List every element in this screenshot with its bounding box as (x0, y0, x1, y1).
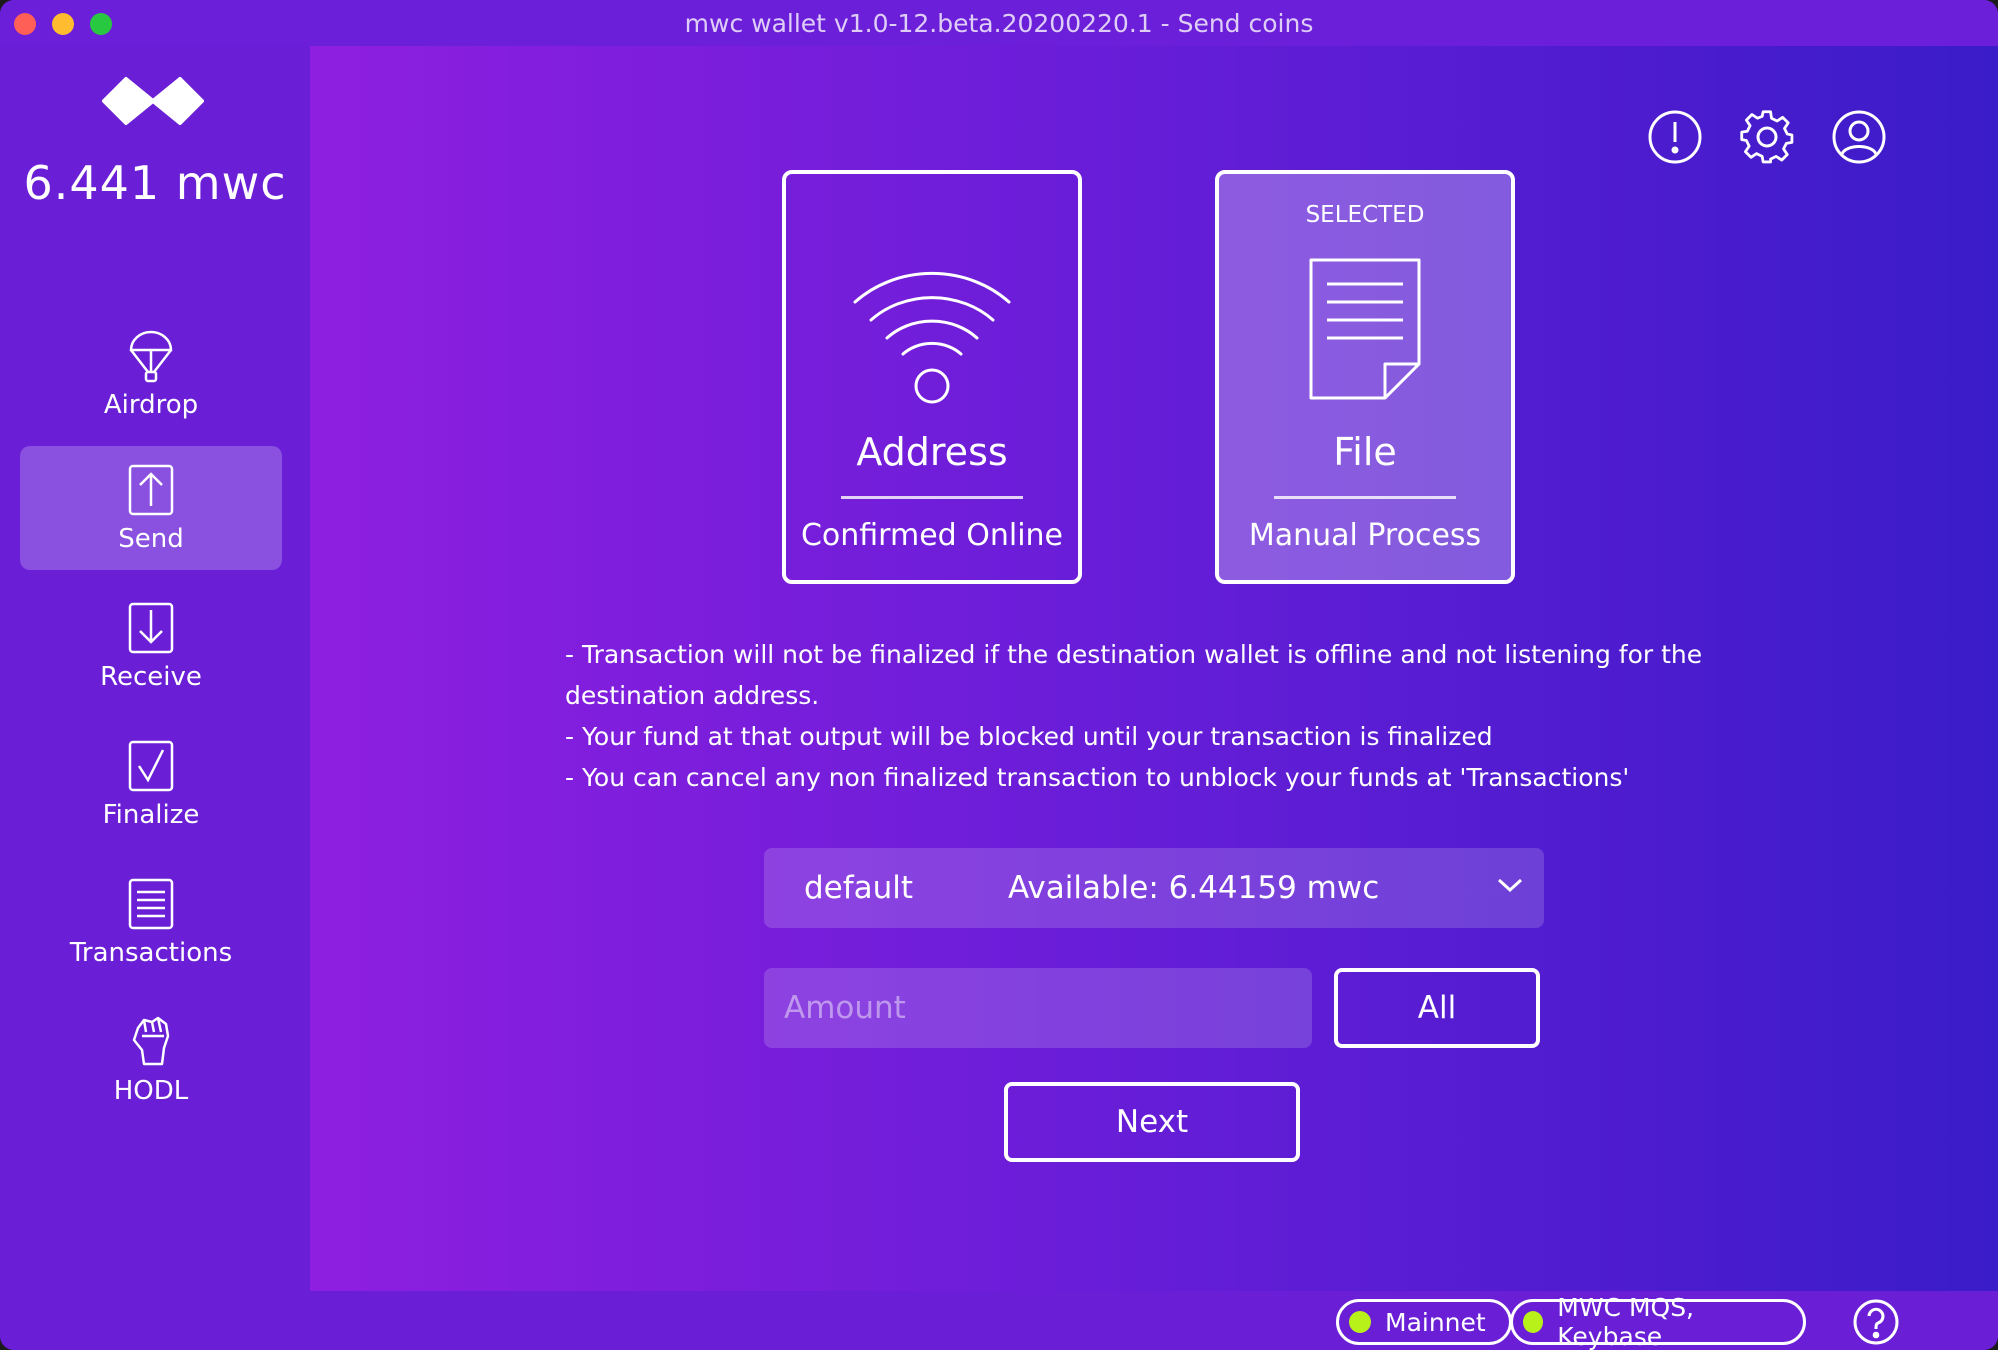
note-line: - Your fund at that output will be block… (565, 722, 1493, 751)
all-button[interactable]: All (1334, 968, 1540, 1048)
account-dropdown[interactable]: default Available: 6.44159 mwc (764, 848, 1544, 928)
card-divider (1274, 496, 1456, 499)
method-card-file[interactable]: SELECTED File Manual Process (1215, 170, 1515, 584)
sidebar-item-label: Finalize (102, 800, 200, 830)
listener-status-label: MWC MQS, Keybase (1557, 1293, 1695, 1350)
network-status-pill[interactable]: Mainnet (1336, 1299, 1512, 1345)
status-bar: Mainnet MWC MQS, Keybase (0, 1291, 1998, 1350)
account-icon[interactable] (1830, 108, 1888, 166)
raised-fist-icon (132, 1016, 170, 1066)
wifi-icon (853, 271, 1011, 404)
method-subtitle: Confirmed Online (800, 518, 1064, 553)
amount-input[interactable] (764, 968, 1312, 1048)
mwc-logo-icon (102, 77, 204, 125)
status-indicator-icon (1349, 1311, 1371, 1333)
chevron-down-icon (1497, 878, 1523, 893)
sidebar-item-label: Send (118, 524, 184, 554)
send-panel: Address Confirmed Online SELECTED File M… (310, 46, 1998, 1291)
account-name: default (804, 870, 914, 906)
status-indicator-icon (1523, 1311, 1544, 1333)
maximize-window-button[interactable] (90, 13, 112, 35)
next-button[interactable]: Next (1004, 1082, 1300, 1162)
help-icon[interactable] (1852, 1298, 1900, 1346)
note-line: - You can cancel any non finalized trans… (565, 763, 1630, 792)
minimize-window-button[interactable] (52, 13, 74, 35)
sidebar-item-airdrop[interactable]: Airdrop (20, 312, 282, 436)
parachute-icon (129, 330, 173, 383)
card-divider (841, 496, 1023, 499)
wallet-balance: 6.441 mwc (23, 156, 287, 210)
app-window: mwc wallet v1.0-12.beta.20200220.1 - Sen… (0, 0, 1998, 1350)
sidebar-item-finalize[interactable]: Finalize (20, 722, 282, 846)
sidebar-item-label: Receive (100, 662, 202, 692)
top-toolbar (1646, 108, 1888, 166)
sidebar-item-hodl[interactable]: HODL (20, 998, 282, 1122)
sidebar-item-label: HODL (113, 1076, 189, 1106)
document-icon (1309, 258, 1421, 400)
sidebar-item-receive[interactable]: Receive (20, 584, 282, 708)
send-notes: - Transaction will not be finalized if t… (565, 634, 1765, 798)
list-doc-icon (128, 878, 174, 930)
close-window-button[interactable] (14, 13, 36, 35)
sidebar-item-transactions[interactable]: Transactions (20, 860, 282, 984)
method-title: File (1333, 430, 1397, 474)
gear-icon[interactable] (1738, 108, 1796, 166)
alert-icon[interactable] (1646, 108, 1704, 166)
sidebar-item-send[interactable]: Send (20, 446, 282, 570)
arrow-up-box-icon (128, 464, 174, 516)
window-controls (14, 13, 112, 35)
method-title: Address (856, 430, 1008, 474)
checkbox-icon (128, 740, 174, 792)
sidebar: 6.441 mwc Airdrop Send Receive Finalize … (0, 46, 310, 1291)
selected-badge: SELECTED (1305, 202, 1425, 228)
method-card-address[interactable]: Address Confirmed Online (782, 170, 1082, 584)
method-subtitle: Manual Process (1248, 518, 1482, 553)
network-status-label: Mainnet (1385, 1307, 1486, 1337)
window-title: mwc wallet v1.0-12.beta.20200220.1 - Sen… (684, 8, 1314, 38)
sidebar-item-label: Transactions (69, 938, 233, 968)
sidebar-item-label: Airdrop (103, 390, 199, 420)
account-available: Available: 6.44159 mwc (1008, 870, 1380, 906)
arrow-down-box-icon (128, 602, 174, 654)
title-bar: mwc wallet v1.0-12.beta.20200220.1 - Sen… (0, 0, 1998, 46)
listener-status-pill[interactable]: MWC MQS, Keybase (1510, 1293, 1806, 1350)
note-line: - Transaction will not be finalized if t… (565, 640, 1703, 710)
